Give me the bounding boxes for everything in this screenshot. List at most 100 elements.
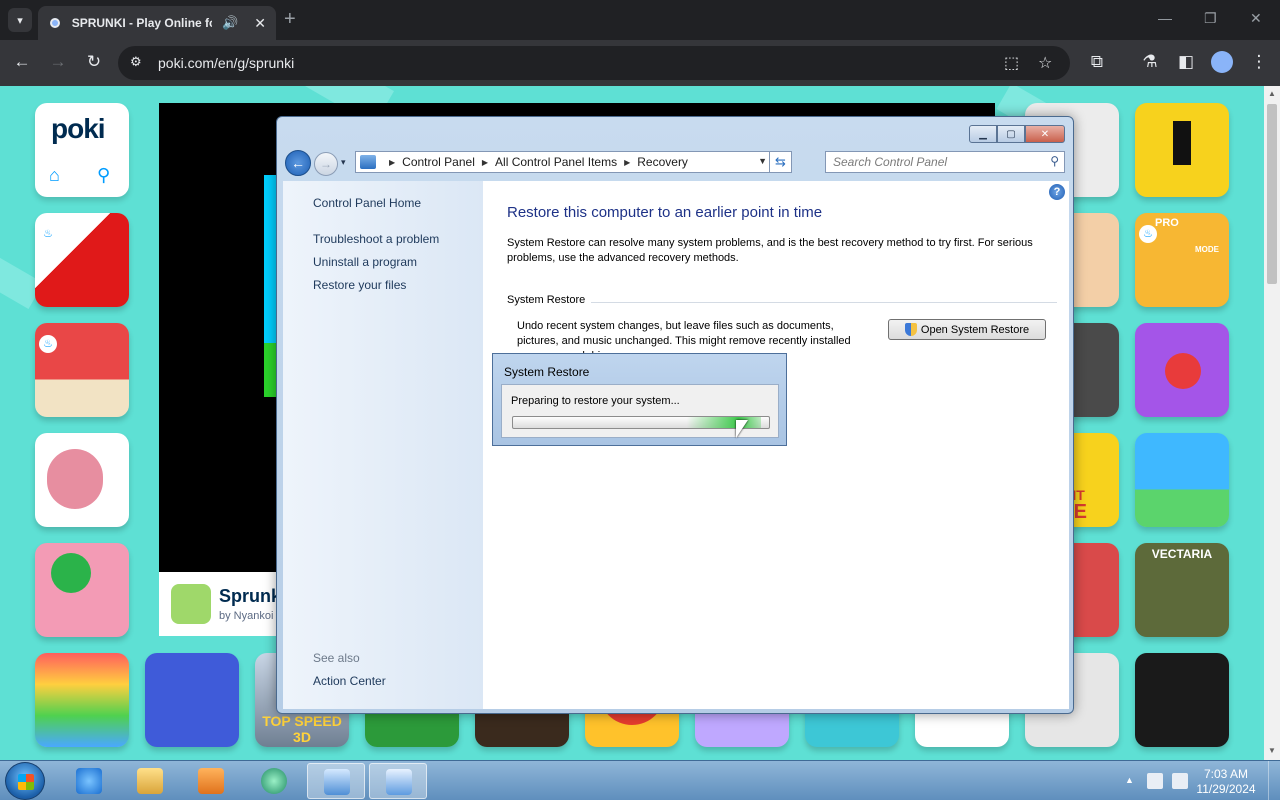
scroll-up-icon[interactable]: ▲ <box>1267 89 1277 98</box>
back-arrow-icon[interactable]: ← <box>285 150 311 176</box>
explorer-address-bar[interactable]: ▶ Control Panel ▶ All Control Panel Item… <box>355 151 792 173</box>
refresh-icon[interactable]: ⇆ <box>769 152 791 172</box>
game-thumb[interactable] <box>1135 653 1229 747</box>
minimize-icon[interactable]: — <box>1158 10 1172 26</box>
page-heading: Restore this computer to an earlier poin… <box>507 204 823 221</box>
address-dropdown-icon[interactable]: ▼ <box>758 156 767 166</box>
search-icon[interactable]: ⚲ <box>1050 154 1059 168</box>
game-author[interactable]: by Nyankoi <box>219 610 273 622</box>
search-icon[interactable]: ⚲ <box>97 165 110 186</box>
game-thumb[interactable] <box>145 653 239 747</box>
game-thumb[interactable]: ♨ PRO MODE <box>1135 213 1229 307</box>
help-icon[interactable]: ? <box>1049 184 1065 200</box>
search-placeholder: Search Control Panel <box>833 155 948 169</box>
caption-buttons: ▁ ▢ ✕ <box>969 125 1065 143</box>
taskbar-clock[interactable]: 7:03 AM 11/29/2024 <box>1196 767 1256 797</box>
thumb-label: MODE <box>1195 245 1219 254</box>
url-text[interactable]: poki.com/en/g/sprunki <box>158 55 294 71</box>
game-thumb[interactable] <box>35 433 129 527</box>
game-thumb[interactable] <box>1135 433 1229 527</box>
mouse-cursor-icon <box>736 420 748 438</box>
breadcrumb-all-items[interactable]: All Control Panel Items <box>495 155 617 169</box>
labs-flask-icon[interactable]: ⚗ <box>1139 52 1161 72</box>
link-control-panel-home[interactable]: Control Panel Home <box>313 196 421 210</box>
start-button[interactable] <box>5 762 45 800</box>
breadcrumb-control-panel[interactable]: Control Panel <box>402 155 475 169</box>
scroll-thumb[interactable] <box>1267 104 1277 284</box>
game-thumb[interactable]: ♨ <box>35 213 129 307</box>
taskbar-internet-explorer[interactable] <box>60 763 118 799</box>
forward-arrow-icon[interactable]: → <box>47 52 69 72</box>
menu-kebab-icon[interactable]: ⋮ <box>1248 52 1270 72</box>
show-desktop-button[interactable] <box>1268 761 1280 800</box>
game-thumb[interactable] <box>35 543 129 637</box>
forward-arrow-icon[interactable]: → <box>314 152 338 176</box>
hot-badge-icon: ♨ <box>39 335 57 353</box>
page-description: System Restore can resolve many system p… <box>507 237 1033 264</box>
breadcrumb-recovery[interactable]: Recovery <box>637 155 688 169</box>
show-hidden-icons-icon[interactable]: ▲ <box>1125 775 1134 785</box>
volume-muted-icon[interactable] <box>1172 773 1188 789</box>
maximize-icon[interactable]: ▢ <box>997 125 1025 143</box>
taskbar-explorer[interactable] <box>121 763 179 799</box>
scroll-down-icon[interactable]: ▼ <box>1267 746 1277 755</box>
globe-app-icon <box>261 768 287 794</box>
speaker-icon[interactable]: 🔊 <box>222 15 238 31</box>
minimize-icon[interactable]: ▁ <box>969 125 997 143</box>
site-info-icon[interactable]: ⚙ <box>130 54 142 70</box>
section-divider <box>591 302 1057 303</box>
chevron-right-icon[interactable]: ▶ <box>482 158 488 167</box>
network-icon[interactable] <box>1147 773 1163 789</box>
game-thumb[interactable]: VECTARIA <box>1135 543 1229 637</box>
new-tab-button[interactable]: + <box>284 8 296 31</box>
browser-tab-active[interactable]: SPRUNKI - Play Online for Free! 🔊 ✕ <box>38 6 276 40</box>
tab-search-button[interactable]: ▾ <box>8 8 32 32</box>
home-icon[interactable]: ⌂ <box>49 165 60 186</box>
game-thumb[interactable] <box>1135 103 1229 197</box>
taskbar-system-restore[interactable] <box>369 763 427 799</box>
link-uninstall[interactable]: Uninstall a program <box>313 255 417 269</box>
chevron-right-icon[interactable]: ▶ <box>389 158 395 167</box>
chevron-right-icon[interactable]: ▶ <box>624 158 630 167</box>
game-thumb[interactable] <box>35 653 129 747</box>
close-icon[interactable]: ✕ <box>1025 125 1065 143</box>
link-restore-files[interactable]: Restore your files <box>313 278 406 292</box>
close-window-icon[interactable]: ✕ <box>1250 10 1262 27</box>
stickman-shape <box>1165 353 1201 389</box>
open-system-restore-button[interactable]: Open System Restore <box>888 319 1046 340</box>
thumb-label: PRO <box>1155 217 1179 229</box>
control-panel-icon <box>360 155 376 169</box>
profile-avatar-icon[interactable] <box>1211 51 1233 73</box>
bookmark-star-icon[interactable]: ☆ <box>1038 53 1052 73</box>
section-description: Undo recent system changes, but leave fi… <box>517 320 851 356</box>
poki-logo-card[interactable]: poki ⌂ ⚲ <box>35 103 129 197</box>
game-stripe <box>264 343 276 397</box>
taskbar-app[interactable] <box>245 763 303 799</box>
game-thumb[interactable] <box>1135 323 1229 417</box>
extensions-icon[interactable]: ⧉ <box>1086 52 1108 72</box>
thumb-label: TOP SPEED 3D <box>262 713 342 745</box>
taskbar-control-panel[interactable] <box>307 763 365 799</box>
restore-icon[interactable]: ❐ <box>1204 10 1217 27</box>
character-shape <box>51 553 91 593</box>
control-panel-icon <box>324 769 350 795</box>
address-bar[interactable]: ⚙ poki.com/en/g/sprunki ⬚ ☆ <box>118 46 1070 80</box>
taskbar-media-player[interactable] <box>182 763 240 799</box>
progress-bar <box>512 416 770 429</box>
recent-pages-dropdown-icon[interactable]: ▾ <box>341 157 346 168</box>
game-thumb[interactable]: ♨ <box>35 323 129 417</box>
page-scrollbar[interactable]: ▲ ▼ <box>1264 86 1280 760</box>
search-control-panel-input[interactable]: Search Control Panel ⚲ <box>825 151 1065 173</box>
install-app-icon[interactable]: ⬚ <box>1004 53 1019 73</box>
side-panel-icon[interactable]: ◧ <box>1175 52 1197 72</box>
windows-taskbar: ▲ 7:03 AM 11/29/2024 <box>0 760 1280 800</box>
thumb-label: VECTARIA <box>1151 547 1213 561</box>
tab-close-icon[interactable]: ✕ <box>254 15 266 32</box>
link-troubleshoot[interactable]: Troubleshoot a problem <box>313 232 439 246</box>
reload-icon[interactable]: ↻ <box>83 52 105 72</box>
back-arrow-icon[interactable]: ← <box>11 52 33 72</box>
task-pane: Control Panel Home Troubleshoot a proble… <box>283 181 483 709</box>
link-action-center[interactable]: Action Center <box>313 674 386 688</box>
brain-shape <box>47 449 103 509</box>
game-avatar <box>171 584 211 624</box>
